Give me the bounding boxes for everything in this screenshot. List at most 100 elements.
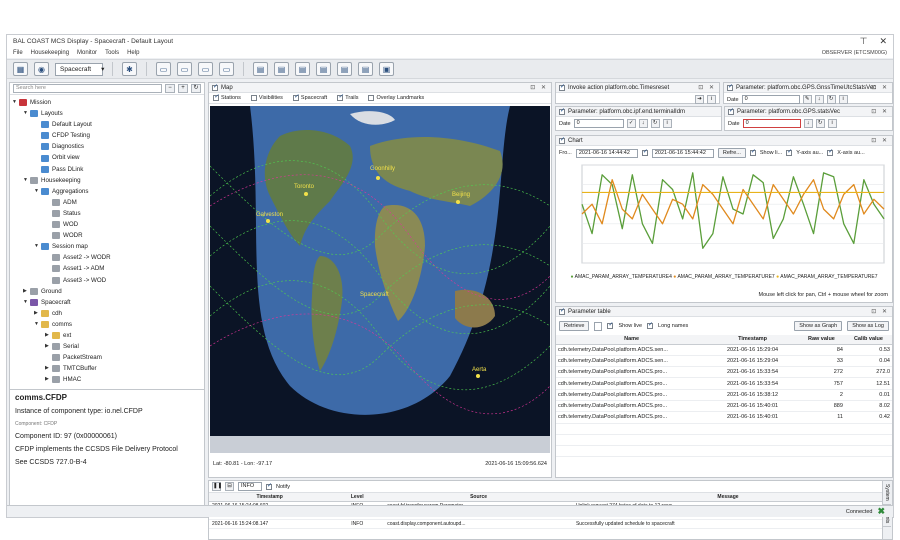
long-names-checkbox[interactable] bbox=[647, 321, 653, 329]
pin-icon[interactable]: ⊤ bbox=[860, 36, 868, 47]
option-visibilities[interactable]: Visibilities bbox=[250, 95, 283, 101]
notify-checkbox[interactable] bbox=[266, 482, 272, 490]
parameter3-date-field[interactable]: 0 bbox=[742, 119, 801, 128]
refresh-icon[interactable]: ↻ bbox=[191, 84, 201, 93]
tree-node[interactable]: Pass DLink bbox=[12, 164, 202, 175]
tree-node[interactable]: WODR bbox=[12, 230, 202, 241]
table-row[interactable]: cdh.telemetry.DataPool.platform.ADCS.pro… bbox=[556, 400, 892, 413]
log-column-message[interactable]: Message bbox=[572, 493, 883, 502]
parameter2-checkbox[interactable] bbox=[559, 107, 565, 115]
info-icon[interactable]: i bbox=[662, 119, 672, 128]
layout4-icon[interactable]: ▭ bbox=[219, 62, 234, 76]
chart-show-lines-checkbox[interactable] bbox=[749, 148, 756, 156]
download-icon[interactable]: ↓ bbox=[803, 119, 813, 128]
side-tab-system[interactable]: System bbox=[883, 481, 891, 505]
layout1-icon[interactable]: ▭ bbox=[156, 62, 171, 76]
tree-node[interactable]: ▼ Mission bbox=[12, 97, 202, 108]
column-name[interactable]: Name bbox=[556, 335, 708, 345]
expand-toggle-icon[interactable]: ▶ bbox=[45, 330, 52, 341]
tree-node[interactable]: Default Layout bbox=[12, 119, 202, 130]
chart-to-field[interactable]: 2021-06-16 15:44:42 bbox=[651, 148, 714, 158]
expand-toggle-icon[interactable]: ▼ bbox=[34, 319, 41, 330]
expand-toggle-icon[interactable]: ▶ bbox=[23, 286, 30, 297]
invoke-checkbox[interactable] bbox=[559, 83, 565, 91]
expand-toggle-icon[interactable]: ▼ bbox=[34, 186, 41, 197]
parameter3-checkbox[interactable] bbox=[728, 107, 734, 115]
tree-node[interactable]: ▶ cdh bbox=[12, 308, 202, 319]
column-calib-value[interactable]: Calib value bbox=[844, 335, 892, 345]
panel-controls-icon[interactable]: ⊡ ✕ bbox=[871, 84, 889, 91]
refresh-icon[interactable]: ↻ bbox=[826, 95, 836, 104]
refresh-icon[interactable]: ↻ bbox=[650, 119, 660, 128]
menu-help[interactable]: Help bbox=[127, 50, 139, 56]
tree-node[interactable]: ▶ Ground bbox=[12, 286, 202, 297]
tree-node[interactable]: ▶ TMTCBuffer bbox=[12, 363, 202, 374]
tree-node[interactable]: Asset1 -> ADM bbox=[12, 263, 202, 274]
menu-file[interactable]: File bbox=[13, 50, 23, 56]
tree-node[interactable]: ▼ Layouts bbox=[12, 108, 202, 119]
edit-icon[interactable]: ✎ bbox=[802, 95, 812, 104]
search-input[interactable]: Search here bbox=[13, 84, 162, 93]
tree-node[interactable]: ▼ Housekeeping bbox=[12, 175, 202, 186]
expand-toggle-icon[interactable]: ▼ bbox=[23, 297, 30, 308]
parameter1-date-field[interactable]: 0 bbox=[741, 95, 800, 104]
panel-controls-icon[interactable]: ⊡ ✕ bbox=[871, 308, 889, 315]
option-stations[interactable]: Stations bbox=[213, 93, 241, 101]
tree-node[interactable]: ▼ comms bbox=[12, 319, 202, 330]
satellite-icon[interactable]: ◉ bbox=[34, 62, 49, 76]
chart-from-field[interactable]: 2021-06-16 14:44:42 bbox=[575, 148, 638, 158]
window6-icon[interactable]: ▤ bbox=[358, 62, 373, 76]
menu-housekeeping[interactable]: Housekeeping bbox=[31, 50, 69, 56]
column-raw-value[interactable]: Raw value bbox=[797, 335, 845, 345]
tree-node[interactable]: PacketStream bbox=[12, 352, 202, 363]
collapse-icon[interactable]: − bbox=[165, 84, 175, 93]
download-icon[interactable]: ↓ bbox=[814, 95, 824, 104]
tree-node[interactable]: ▶ Serial bbox=[12, 341, 202, 352]
tree-node[interactable]: ▼ Aggregations bbox=[12, 186, 202, 197]
window2-icon[interactable]: ▤ bbox=[274, 62, 289, 76]
expand-toggle-icon[interactable]: ▶ bbox=[45, 363, 52, 374]
retrieve-count-field[interactable] bbox=[594, 321, 603, 331]
show-as-log-button[interactable]: Show as Log bbox=[847, 321, 889, 331]
tree-node[interactable]: Orbit view bbox=[12, 152, 202, 163]
table-row[interactable]: cdh.telemetry.DataPool.platform.ADCS.pro… bbox=[556, 411, 892, 424]
clear-icon[interactable]: ⊟ bbox=[225, 482, 234, 491]
log-column-level[interactable]: Level bbox=[330, 493, 385, 502]
menu-monitor[interactable]: Monitor bbox=[77, 50, 97, 56]
refresh-icon[interactable]: ↻ bbox=[815, 119, 825, 128]
log-column-source[interactable]: Source bbox=[384, 493, 573, 502]
map-enable-checkbox[interactable] bbox=[212, 83, 218, 91]
expand-toggle-icon[interactable]: ▼ bbox=[34, 241, 41, 252]
tree-node[interactable]: WOD bbox=[12, 219, 202, 230]
expand-toggle-icon[interactable]: ▼ bbox=[23, 175, 30, 186]
parameter2-date-field[interactable]: 0 bbox=[573, 119, 624, 128]
info-icon[interactable]: i bbox=[707, 95, 716, 104]
table-row[interactable]: cdh.telemetry.DataPool.platform.ADCS.sen… bbox=[556, 355, 892, 368]
world-map[interactable]: Toronto Goonhilly Galveston Beijing Spac… bbox=[210, 106, 550, 453]
parameter1-checkbox[interactable] bbox=[727, 83, 733, 91]
table-row[interactable]: cdh.telemetry.DataPool.platform.ADCS.pro… bbox=[556, 366, 892, 379]
chart-refresh-button[interactable]: Refre... bbox=[717, 148, 746, 158]
grid-icon[interactable]: ▦ bbox=[13, 62, 28, 76]
tree-node[interactable]: ▼ Spacecraft bbox=[12, 297, 202, 308]
expand-toggle-icon[interactable]: ▼ bbox=[12, 97, 19, 108]
window4-icon[interactable]: ▤ bbox=[316, 62, 331, 76]
settings-icon[interactable]: ✱ bbox=[122, 62, 137, 76]
download-icon[interactable]: ↓ bbox=[638, 119, 648, 128]
retrieve-button[interactable]: Retrieve bbox=[559, 321, 590, 331]
log-level-select[interactable]: INFO bbox=[238, 482, 262, 491]
window7-icon[interactable]: ▣ bbox=[379, 62, 394, 76]
expand-toggle-icon[interactable]: ▼ bbox=[23, 108, 30, 119]
tree-node[interactable]: ▶ ext bbox=[12, 330, 202, 341]
option-spacecraft[interactable]: Spacecraft bbox=[292, 93, 327, 101]
option-overlay-landmarks[interactable]: Overlay Landmarks bbox=[368, 95, 424, 101]
chart-checkbox[interactable] bbox=[559, 136, 565, 144]
send-icon[interactable]: ➔ bbox=[695, 95, 704, 104]
table-row[interactable]: cdh.telemetry.DataPool.platform.ADCS.sen… bbox=[556, 344, 892, 356]
layout3-icon[interactable]: ▭ bbox=[198, 62, 213, 76]
spacecraft-select[interactable]: Spacecraft ▾ bbox=[55, 62, 104, 76]
window5-icon[interactable]: ▤ bbox=[337, 62, 352, 76]
tree-node[interactable]: Diagnostics bbox=[12, 141, 202, 152]
tree-node[interactable]: ▶ HMAC bbox=[12, 374, 202, 385]
panel-controls-icon[interactable]: ⊡ ✕ bbox=[871, 108, 889, 115]
